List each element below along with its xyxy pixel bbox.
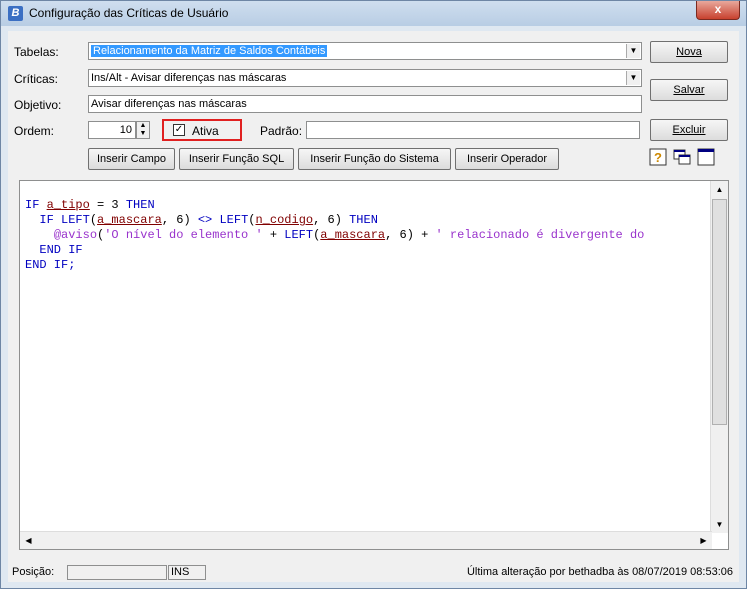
help-icon[interactable]: ? [648, 147, 668, 167]
code-line-4: END IF [39, 243, 83, 257]
code-line-2: IF LEFT(a_mascara, 6) <> LEFT(n_codigo, … [39, 213, 378, 227]
scroll-right-icon[interactable]: ▶ [696, 533, 711, 548]
tabelas-value: Relacionamento da Matriz de Saldos Contá… [91, 45, 328, 57]
nova-button[interactable]: Nova [650, 41, 728, 63]
code-editor[interactable]: IF a_tipo = 3 THEN IF LEFT(a_mascara, 6)… [19, 180, 729, 550]
salvar-button[interactable]: Salvar [650, 79, 728, 101]
padrao-label: Padrão: [260, 124, 303, 138]
vertical-scrollbar[interactable]: ▲ ▼ [710, 181, 728, 533]
ordem-stepper[interactable]: ▲ ▼ [136, 121, 150, 139]
insert-mode-indicator: INS [168, 565, 206, 580]
scroll-down-icon[interactable]: ▼ [712, 517, 727, 532]
scroll-left-icon[interactable]: ◀ [21, 533, 36, 548]
criticas-value: Ins/Alt - Avisar diferenças nas máscaras [91, 72, 287, 84]
objetivo-label: Objetivo: [14, 98, 62, 112]
inserir-operador-button[interactable]: Inserir Operador [455, 148, 559, 170]
ordem-value: 10 [119, 124, 132, 136]
posicao-label: Posição: [12, 566, 55, 578]
tile-windows-icon[interactable] [672, 147, 692, 167]
chevron-down-icon[interactable]: ▼ [626, 44, 640, 58]
dialog-body: Tabelas: Relacionamento da Matriz de Sal… [8, 31, 739, 582]
close-button[interactable]: x [696, 1, 740, 20]
title-bar[interactable]: B Configuração das Críticas de Usuário x [1, 1, 746, 26]
ativa-label: Ativa [192, 124, 219, 138]
inserir-funcao-sql-button[interactable]: Inserir Função SQL [179, 148, 294, 170]
ativa-highlight-box: ✓ Ativa [162, 119, 242, 141]
chevron-down-icon[interactable]: ▼ [626, 71, 640, 85]
vertical-scroll-thumb[interactable] [712, 199, 727, 425]
dialog-window: B Configuração das Críticas de Usuário x… [0, 0, 747, 589]
code-line-1: IF a_tipo = 3 THEN [25, 198, 155, 212]
horizontal-scrollbar[interactable]: ◀ ▶ [20, 531, 712, 549]
scroll-up-icon[interactable]: ▲ [712, 182, 727, 197]
tabelas-dropdown[interactable]: Relacionamento da Matriz de Saldos Contá… [88, 42, 642, 60]
code-line-3: @aviso('O nível do elemento ' + LEFT(a_m… [53, 228, 645, 242]
code-line-5: END IF; [25, 258, 76, 272]
criticas-dropdown[interactable]: Ins/Alt - Avisar diferenças nas máscaras… [88, 69, 642, 87]
last-change-text: Última alteração por bethadba às 08/07/2… [466, 566, 733, 578]
padrao-input[interactable] [306, 121, 640, 139]
app-icon: B [8, 6, 23, 21]
excluir-button[interactable]: Excluir [650, 119, 728, 141]
inserir-funcao-sistema-button[interactable]: Inserir Função do Sistema [298, 148, 451, 170]
inserir-campo-button[interactable]: Inserir Campo [88, 148, 175, 170]
criticas-label: Críticas: [14, 72, 59, 86]
window-title: Configuração das Críticas de Usuário [29, 6, 229, 20]
maximize-window-icon[interactable] [696, 147, 716, 167]
svg-text:?: ? [654, 150, 662, 165]
code-content[interactable]: IF a_tipo = 3 THEN IF LEFT(a_mascara, 6)… [25, 183, 644, 273]
ordem-input[interactable]: 10 [88, 121, 136, 139]
ordem-label: Ordem: [14, 124, 55, 138]
objetivo-value: Avisar diferenças nas máscaras [91, 98, 247, 110]
posicao-field [67, 565, 167, 580]
tabelas-label: Tabelas: [14, 45, 59, 59]
objetivo-input[interactable]: Avisar diferenças nas máscaras [88, 95, 642, 113]
ativa-checkbox[interactable]: ✓ [173, 124, 185, 136]
